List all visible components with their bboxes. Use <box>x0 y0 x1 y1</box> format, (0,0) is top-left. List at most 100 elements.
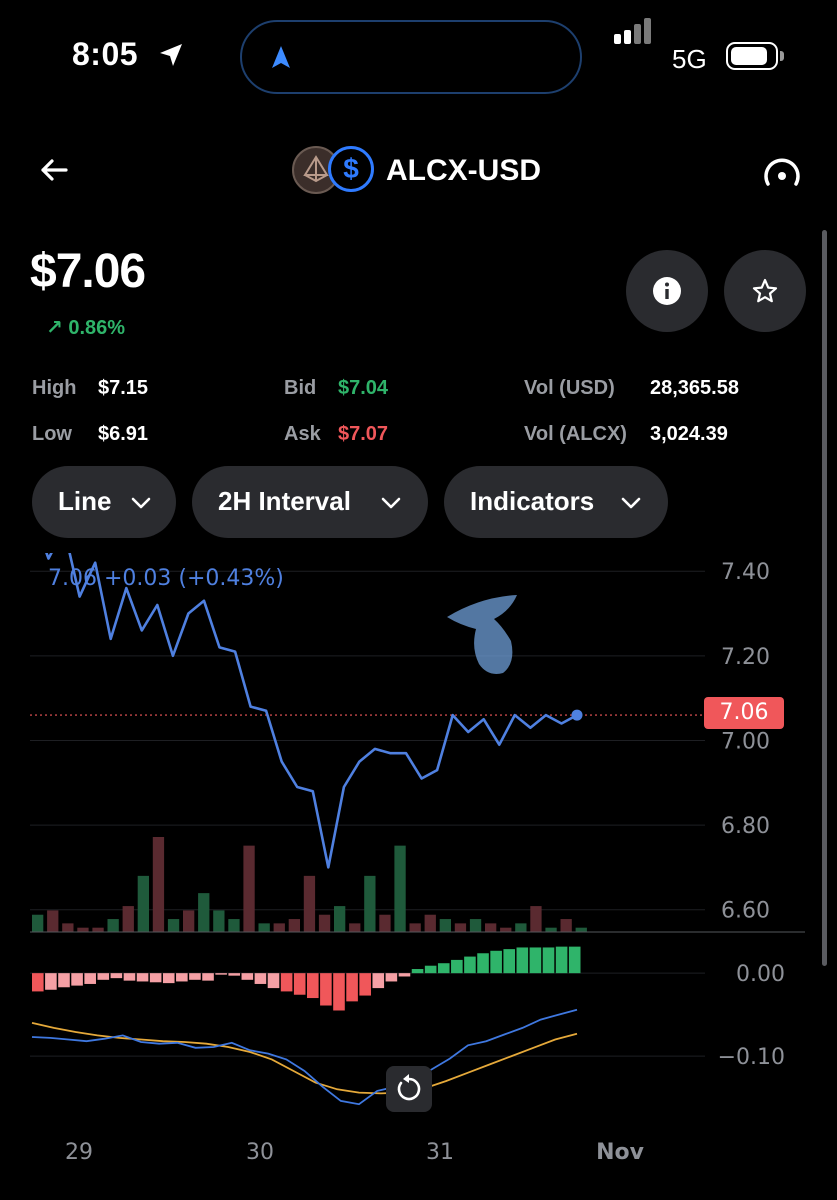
y-tick-label: 6.60 <box>721 899 770 924</box>
usd-coin-icon: $ <box>328 146 374 192</box>
volume-bar <box>198 893 210 932</box>
macd-histogram-bar <box>254 973 267 984</box>
volume-bar <box>288 919 300 932</box>
macd-histogram-bar <box>529 947 542 974</box>
macd-histogram-bar <box>411 969 424 974</box>
x-tick-label: Nov <box>596 1140 645 1165</box>
high-label: High <box>32 377 77 399</box>
volume-bar <box>364 875 376 932</box>
chart-type-label: Line <box>58 486 112 516</box>
macd-histogram-bar <box>490 950 502 974</box>
x-tick-label: 31 <box>426 1140 454 1165</box>
macd-histogram-bar <box>477 953 489 974</box>
battery-icon <box>726 42 778 70</box>
navigation-arrow-icon <box>272 46 290 68</box>
macd-line <box>31 1008 578 1106</box>
y-tick-label: 6.80 <box>721 814 770 839</box>
macd-histogram-bar <box>503 949 516 974</box>
pair-title: ALCX-USD <box>386 154 541 187</box>
chart-type-dropdown[interactable]: Line <box>32 466 176 538</box>
high-value: $7.15 <box>98 377 149 399</box>
macd-histogram-bar <box>437 963 450 974</box>
macd-histogram-bar <box>568 946 581 974</box>
macd-histogram-bar <box>162 973 175 984</box>
up-arrow-icon: ↗ <box>46 317 63 339</box>
volume-bar <box>424 914 436 932</box>
macd-histogram-bar <box>215 973 227 975</box>
macd-histogram-bar <box>202 973 214 981</box>
macd-histogram-bar <box>45 973 57 990</box>
macd-histogram-bar <box>398 973 411 977</box>
reset-zoom-button[interactable] <box>386 1066 432 1112</box>
battery-tip <box>780 51 784 61</box>
volume-bar <box>469 919 482 932</box>
volume-bar <box>62 923 74 932</box>
current-price-tag: 7.06 <box>704 697 784 729</box>
volume-bar <box>545 927 557 932</box>
volume-bar <box>515 923 527 932</box>
macd-histogram-bar <box>136 973 149 982</box>
status-time: 8:05 <box>72 36 139 72</box>
indicators-dropdown[interactable]: Indicators <box>444 466 668 538</box>
volume-bar <box>152 837 165 932</box>
price-change: ↗ 0.86% <box>46 315 125 340</box>
vol-usd-value: 28,365.58 <box>650 377 739 399</box>
vol-alcx-value: 3,024.39 <box>650 423 728 445</box>
macd-histogram-bar <box>84 973 96 984</box>
location-arrow-icon <box>160 44 182 66</box>
volume-bar <box>349 923 361 932</box>
low-value: $6.91 <box>98 423 149 445</box>
ask-label: Ask <box>284 423 321 445</box>
star-icon <box>752 278 778 303</box>
macd-histogram-bar <box>110 973 123 979</box>
network-type: 5G <box>672 44 707 74</box>
low-label: Low <box>32 423 72 445</box>
volume-bar <box>379 914 391 932</box>
volume-bar <box>243 845 255 932</box>
macd-signal-line <box>31 1022 578 1095</box>
macd-histogram-bar <box>464 956 476 974</box>
price-series-line <box>45 553 578 869</box>
gauge-icon[interactable] <box>760 150 804 194</box>
volume-bar <box>107 919 119 932</box>
interval-label: 2H Interval <box>218 486 351 516</box>
volume-bar <box>318 914 331 932</box>
chevron-down-icon <box>131 497 151 509</box>
volume-bar <box>32 914 44 932</box>
volume-bar <box>183 910 195 932</box>
volume-bar <box>167 919 180 932</box>
interval-dropdown[interactable]: 2H Interval <box>192 466 428 538</box>
macd-histogram-bar <box>189 973 201 980</box>
volume-bar <box>137 875 149 932</box>
vol-usd-label: Vol (USD) <box>524 377 615 399</box>
volume-bar <box>500 927 512 932</box>
macd-histogram-bar <box>451 959 463 974</box>
y-tick-label: 7.20 <box>721 645 770 670</box>
macd-histogram-bar <box>293 973 306 995</box>
scrollbar[interactable] <box>822 230 827 966</box>
macd-histogram-bar <box>149 973 162 983</box>
volume-bar <box>334 906 346 932</box>
macd-histogram-bar <box>359 973 371 996</box>
volume-bar <box>273 923 285 932</box>
macd-y-tick-label: −0.10 <box>718 1045 785 1070</box>
macd-histogram-bar <box>280 973 293 992</box>
y-tick-label: 7.00 <box>721 729 770 754</box>
back-arrow-icon[interactable] <box>36 152 72 188</box>
volume-bar <box>394 845 406 932</box>
volume-bar <box>575 927 587 932</box>
x-tick-label: 29 <box>65 1140 93 1165</box>
macd-histogram-bar <box>333 973 345 1011</box>
macd-histogram-bar <box>58 973 70 988</box>
watchlist-star-button[interactable] <box>724 250 806 332</box>
volume-bar <box>228 919 240 932</box>
info-button[interactable] <box>626 250 708 332</box>
macd-histogram-bar <box>555 946 568 974</box>
macd-histogram-bar <box>542 947 555 974</box>
chevron-down-icon <box>381 497 401 509</box>
volume-bar <box>454 923 467 932</box>
x-tick-label: 30 <box>246 1140 274 1165</box>
current-price: $7.06 <box>30 245 146 298</box>
macd-histogram-bar <box>320 973 332 1006</box>
macd-histogram-bar <box>346 973 358 1002</box>
